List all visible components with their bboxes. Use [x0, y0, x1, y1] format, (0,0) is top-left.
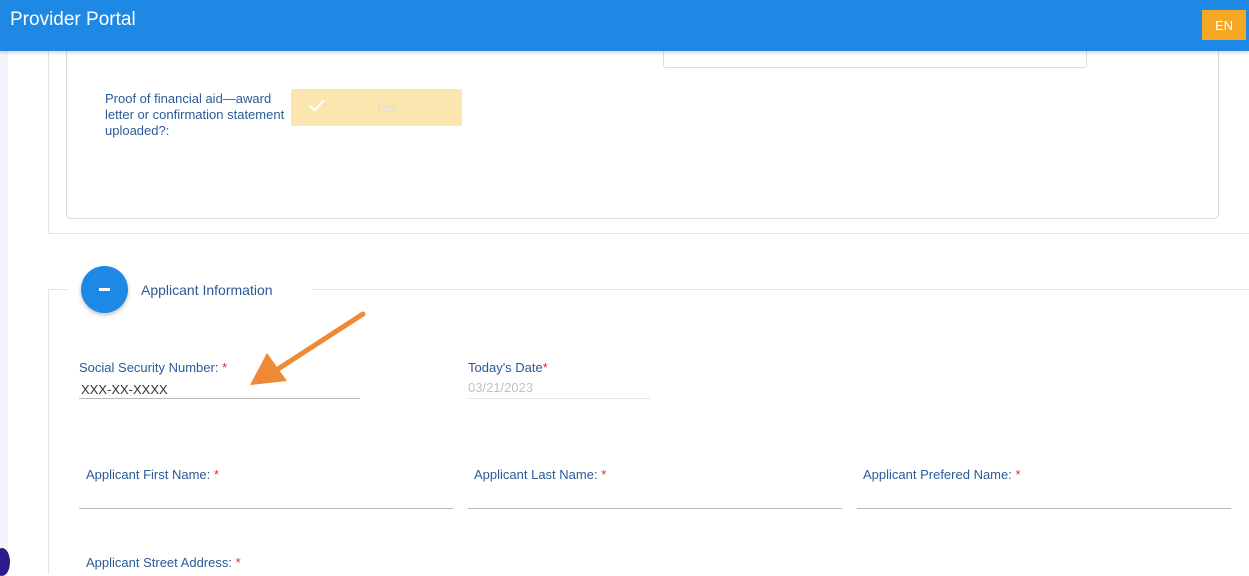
left-edge-strip [0, 0, 8, 574]
outer-container-border-left [48, 36, 49, 234]
ssn-input[interactable]: XXX-XX-XXXX [81, 382, 168, 397]
first-name-label: Applicant First Name: * [86, 467, 219, 482]
outer-container-border-top [48, 233, 1249, 234]
last-name-input[interactable] [469, 486, 841, 506]
preferred-name-underline [857, 508, 1231, 509]
top-app-bar: Provider Portal EN [0, 0, 1249, 51]
today-date-underline [468, 398, 650, 399]
applicant-fieldset-top-left [48, 289, 68, 290]
preferred-name-label: Applicant Prefered Name: * [863, 467, 1021, 482]
app-title: Provider Portal [10, 9, 136, 30]
minus-icon [99, 288, 110, 291]
today-date-input[interactable]: 03/21/2023 [468, 380, 533, 395]
check-icon [309, 99, 325, 112]
applicant-collapse-button[interactable] [81, 266, 128, 313]
first-name-input[interactable] [80, 486, 452, 506]
last-name-label: Applicant Last Name: * [474, 467, 607, 482]
ssn-underline [79, 398, 360, 399]
corner-indicator [0, 548, 10, 576]
preferred-name-input[interactable] [858, 486, 1230, 506]
ssn-label: Social Security Number: * [79, 360, 228, 375]
today-date-label: Today's Date* [468, 360, 548, 375]
applicant-section-title: Applicant Information [141, 282, 273, 298]
first-name-underline [79, 508, 453, 509]
street-address-label: Applicant Street Address: * [86, 555, 241, 570]
financial-aid-yes-toggle[interactable]: Yes [291, 89, 462, 126]
applicant-fieldset-top-right [313, 289, 1249, 290]
language-button[interactable]: EN [1202, 10, 1246, 40]
arrow-icon [250, 311, 366, 385]
yes-label: Yes [375, 100, 397, 115]
last-name-underline [468, 508, 842, 509]
applicant-fieldset-left-border [48, 289, 49, 574]
financial-aid-label: Proof of financial aid—award letter or c… [105, 91, 285, 138]
